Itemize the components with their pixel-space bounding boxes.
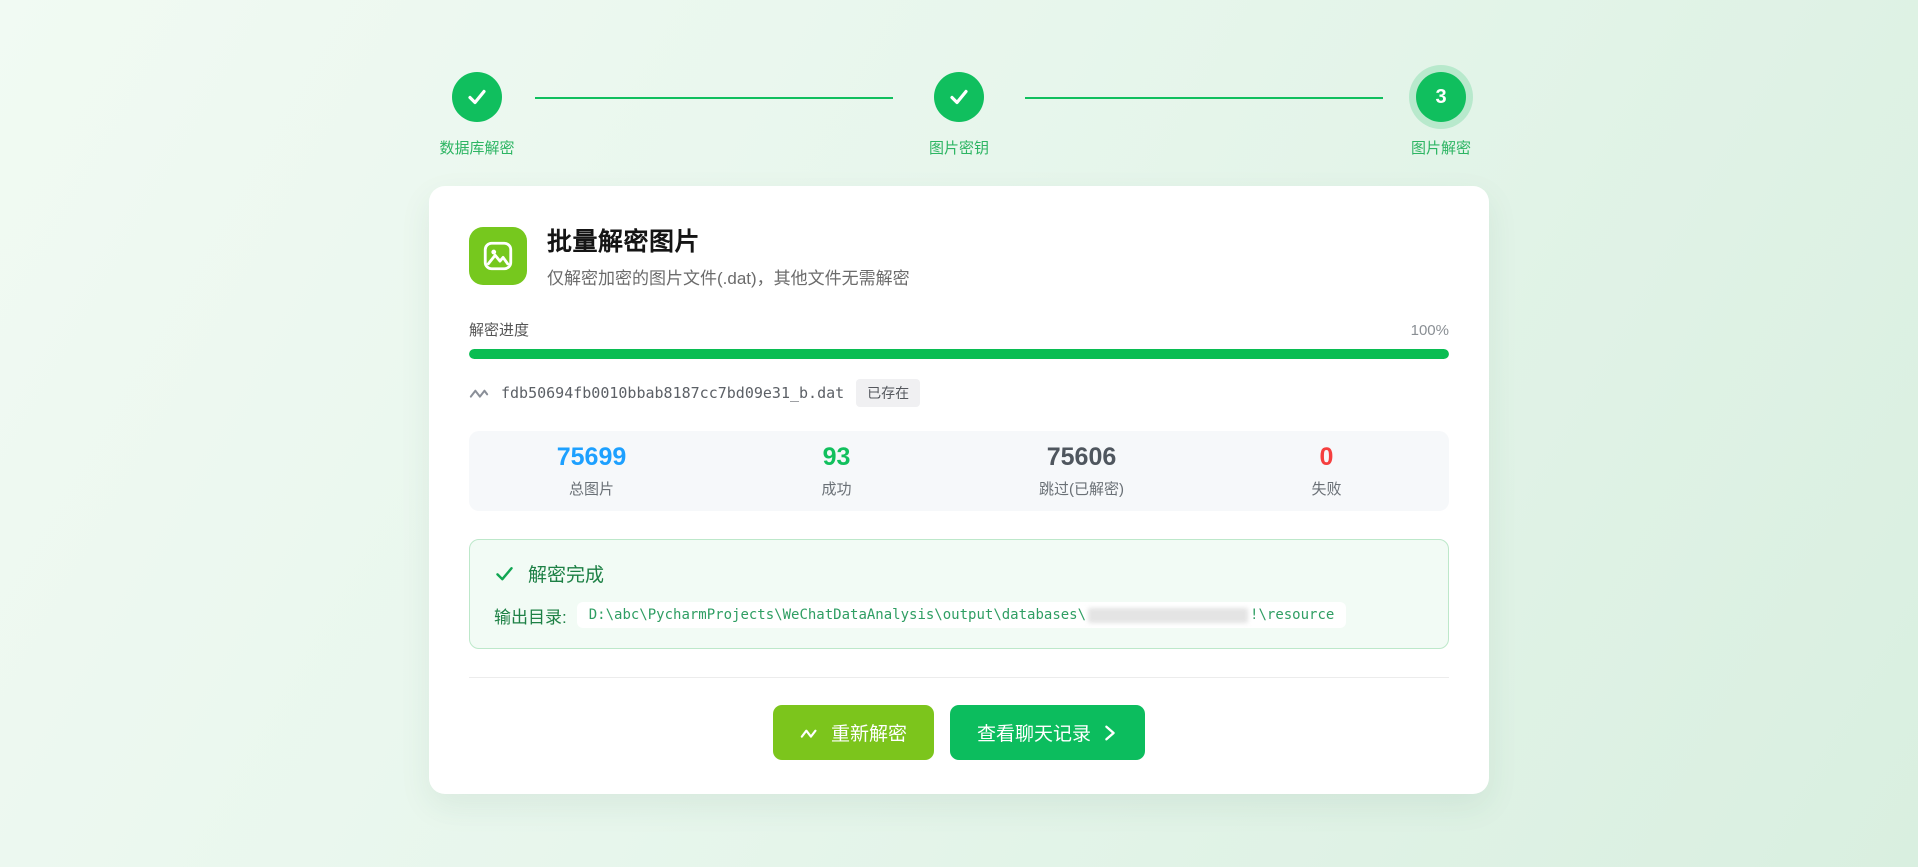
card-titles: 批量解密图片 仅解密加密的图片文件(.dat)，其他文件无需解密: [547, 222, 910, 289]
result-status-row: 解密完成: [494, 560, 1424, 587]
check-icon: [947, 85, 971, 109]
step-2-label: 图片密钥: [929, 137, 989, 158]
step-3-circle: 3: [1416, 72, 1466, 122]
activity-zigzag-icon: [469, 385, 489, 401]
decrypt-card: 批量解密图片 仅解密加密的图片文件(.dat)，其他文件无需解密 解密进度 10…: [429, 186, 1489, 794]
stat-skipped-value: 75606: [959, 443, 1204, 472]
wizard-stepper: 数据库解密 图片密钥 3 图片解密: [429, 0, 1489, 158]
step-image-decrypt: 3 图片解密: [1393, 72, 1489, 158]
page: 数据库解密 图片密钥 3 图片解密: [429, 0, 1489, 794]
result-panel: 解密完成 输出目录: D:\abc\PycharmProjects\WeChat…: [469, 539, 1449, 649]
page-subtitle: 仅解密加密的图片文件(.dat)，其他文件无需解密: [547, 264, 910, 289]
step-2-circle: [934, 72, 984, 122]
redacted-path-segment: [1088, 608, 1248, 623]
stats-summary: 75699 总图片 93 成功 75606 跳过(已解密) 0 失败: [469, 431, 1449, 511]
progress-percent: 100%: [1411, 322, 1449, 339]
check-icon: [494, 563, 515, 584]
progress-label: 解密进度: [469, 319, 529, 340]
stat-failed-value: 0: [1204, 443, 1449, 472]
progress-section: 解密进度 100%: [469, 319, 1449, 359]
stat-total-value: 75699: [469, 443, 714, 472]
stat-skipped: 75606 跳过(已解密): [959, 443, 1204, 499]
chevron-right-icon: [1102, 724, 1118, 742]
path-prefix: D:\abc\PycharmProjects\WeChatDataAnalysi…: [589, 607, 1086, 623]
redo-decrypt-button[interactable]: 重新解密: [773, 705, 934, 760]
file-exists-badge: 已存在: [856, 379, 920, 407]
view-chat-records-label: 查看聊天记录: [977, 719, 1091, 746]
progress-bar-fill: [469, 349, 1449, 359]
progress-bar-track: [469, 349, 1449, 359]
stat-success-value: 93: [714, 443, 959, 472]
step-database-decrypt: 数据库解密: [429, 72, 525, 158]
step-connector-1: [535, 97, 893, 99]
section-divider: [469, 677, 1449, 678]
view-chat-records-button[interactable]: 查看聊天记录: [950, 705, 1145, 760]
path-suffix: !\resource: [1250, 607, 1334, 623]
output-dir-row: 输出目录: D:\abc\PycharmProjects\WeChatDataA…: [494, 602, 1424, 628]
stat-failed: 0 失败: [1204, 443, 1449, 499]
check-icon: [465, 85, 489, 109]
image-icon: [469, 227, 527, 285]
action-buttons: 重新解密 查看聊天记录: [469, 705, 1449, 760]
step-image-key: 图片密钥: [911, 72, 1007, 158]
stat-total-label: 总图片: [469, 478, 714, 499]
step-1-label: 数据库解密: [439, 137, 514, 158]
stat-success: 93 成功: [714, 443, 959, 499]
stat-skipped-label: 跳过(已解密): [959, 478, 1204, 499]
output-dir-path: D:\abc\PycharmProjects\WeChatDataAnalysi…: [577, 602, 1347, 628]
redo-decrypt-label: 重新解密: [831, 719, 907, 746]
redo-zigzag-icon: [800, 725, 820, 741]
current-file-row: fdb50694fb0010bbab8187cc7bd09e31_b.dat 已…: [469, 379, 1449, 407]
current-file-name: fdb50694fb0010bbab8187cc7bd09e31_b.dat: [501, 384, 844, 402]
stat-success-label: 成功: [714, 478, 959, 499]
page-title: 批量解密图片: [547, 222, 910, 258]
step-connector-2: [1025, 97, 1383, 99]
step-3-label: 图片解密: [1411, 137, 1471, 158]
result-status-text: 解密完成: [528, 560, 604, 587]
stat-total-images: 75699 总图片: [469, 443, 714, 499]
output-dir-label: 输出目录:: [494, 603, 567, 628]
step-1-circle: [452, 72, 502, 122]
card-header: 批量解密图片 仅解密加密的图片文件(.dat)，其他文件无需解密: [469, 222, 1449, 289]
stat-failed-label: 失败: [1204, 478, 1449, 499]
